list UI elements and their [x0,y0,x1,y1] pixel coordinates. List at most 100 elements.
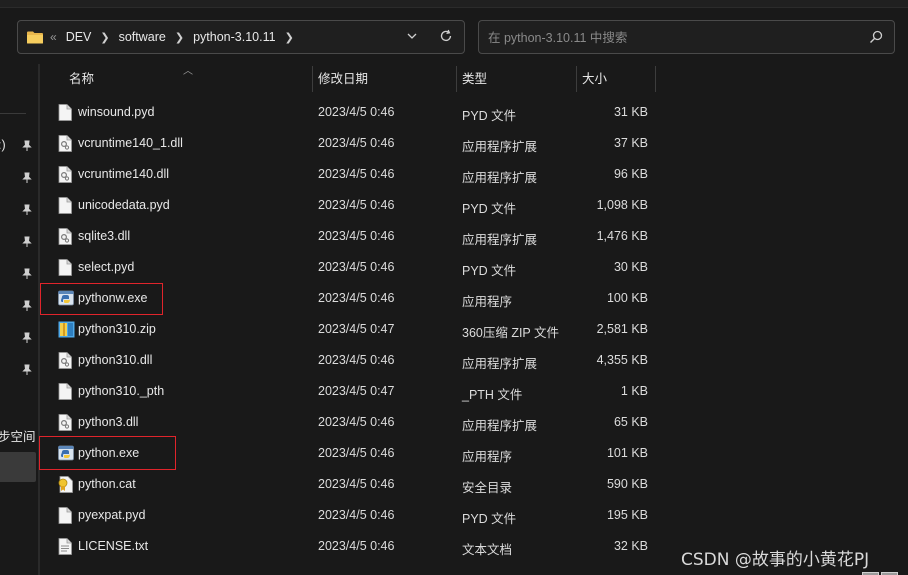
file-modified-date: 2023/4/5 0:46 [318,291,395,305]
corner-decoration [862,568,902,575]
chevron-right-icon[interactable]: ❯ [100,31,109,44]
chevron-right-icon[interactable]: ❯ [175,31,184,44]
file-row[interactable]: select.pyd 2023/4/5 0:46 PYD 文件 30 KB [41,252,661,283]
file-size: 1 KB [620,384,648,398]
file-type: PYD 文件 [462,202,517,216]
column-divider[interactable] [456,66,457,92]
generic-file-icon [58,104,72,121]
file-name: select.pyd [78,260,135,274]
column-header-name[interactable]: 名称 [69,64,94,94]
address-bar[interactable]: « DEV ❯ software ❯ python-3.10.11 ❯ [17,20,465,54]
file-size: 32 KB [613,539,648,553]
file-name: pyexpat.pyd [78,508,146,522]
breadcrumb-item-dev[interactable]: DEV [66,30,92,44]
file-name: python310._pth [78,384,165,398]
nav-divider [0,113,26,114]
file-name: vcruntime140.dll [78,167,170,181]
file-name: python310.zip [78,322,156,336]
nav-item-sync-space-label[interactable]: 步空间 [0,426,36,445]
file-size: 100 KB [606,291,648,305]
file-type: 应用程序扩展 [462,233,538,247]
pin-icon[interactable] [22,140,32,152]
search-input[interactable] [488,29,848,47]
text-file-icon [58,538,72,555]
nav-item-selected[interactable] [0,452,36,482]
navigation-pane: :) 步空间 [0,62,37,575]
file-type: PYD 文件 [462,264,517,278]
file-type: 安全目录 [462,481,513,495]
pin-icon[interactable] [22,172,32,184]
file-size: 590 KB [606,477,648,491]
file-modified-date: 2023/4/5 0:46 [318,415,395,429]
window-top-edge [0,0,908,8]
dll-file-icon [58,414,72,431]
file-row[interactable]: python310.zip 2023/4/5 0:47 360压缩 ZIP 文件 2,… [41,314,661,345]
security-catalog-icon [58,476,73,493]
file-row[interactable]: python310._pth 2023/4/5 0:47 _PTH 文件 1 KB [41,376,661,407]
pin-icon[interactable] [22,364,32,376]
breadcrumb-item-software[interactable]: software [119,30,166,44]
generic-file-icon [58,383,72,400]
folder-icon [27,31,43,44]
column-divider[interactable] [312,66,313,92]
file-modified-date: 2023/4/5 0:46 [318,229,395,243]
nav-pane-splitter[interactable] [38,64,40,575]
file-type: 360压缩 ZIP 文件 [462,326,560,340]
dll-file-icon [58,135,72,152]
highlight-pythonw-exe [40,283,163,315]
file-modified-date: 2023/4/5 0:46 [318,446,395,460]
file-row[interactable]: winsound.pyd 2023/4/5 0:46 PYD 文件 31 KB [41,97,661,128]
file-modified-date: 2023/4/5 0:46 [318,508,395,522]
search-icon[interactable] [869,30,883,47]
file-type: PYD 文件 [462,512,517,526]
breadcrumb-overflow-icon[interactable]: « [50,30,57,44]
file-row[interactable]: pyexpat.pyd 2023/4/5 0:46 PYD 文件 195 KB [41,500,661,531]
file-type: PYD 文件 [462,109,517,123]
refresh-button[interactable] [438,28,454,47]
pin-icon[interactable] [22,204,32,216]
file-modified-date: 2023/4/5 0:46 [318,136,395,150]
file-row[interactable]: python310.dll 2023/4/5 0:46 应用程序扩展 4,355 KB [41,345,661,376]
column-header-modified[interactable]: 修改日期 [318,64,368,94]
file-row[interactable]: LICENSE.txt 2023/4/5 0:46 文本文档 32 KB [41,531,661,562]
file-modified-date: 2023/4/5 0:47 [318,384,395,398]
file-name: unicodedata.pyd [78,198,170,212]
file-name: sqlite3.dll [78,229,131,243]
pin-icon[interactable] [22,300,32,312]
pin-icon[interactable] [22,236,32,248]
file-row[interactable]: python3.dll 2023/4/5 0:46 应用程序扩展 65 KB [41,407,661,438]
file-size: 96 KB [613,167,648,181]
breadcrumb-item-python[interactable]: python-3.10.11 [193,30,275,44]
file-size: 65 KB [613,415,648,429]
file-row[interactable]: vcruntime140.dll 2023/4/5 0:46 应用程序扩展 96 KB [41,159,661,190]
file-size: 2,581 KB [596,322,648,336]
file-modified-date: 2023/4/5 0:46 [318,260,395,274]
file-row[interactable]: unicodedata.pyd 2023/4/5 0:46 PYD 文件 1,098 … [41,190,661,221]
file-modified-date: 2023/4/5 0:46 [318,353,395,367]
file-row[interactable]: python.cat 2023/4/5 0:46 安全目录 590 KB [41,469,661,500]
chevron-right-icon[interactable]: ❯ [285,31,294,44]
file-name: vcruntime140_1.dll [78,136,183,150]
column-header-size[interactable]: 大小 [582,64,607,94]
pin-icon[interactable] [22,332,32,344]
file-row[interactable]: vcruntime140_1.dll 2023/4/5 0:46 应用程序扩展 37 … [41,128,661,159]
file-type: 应用程序 [462,450,513,464]
file-size: 31 KB [613,105,648,119]
column-header-type[interactable]: 类型 [462,64,487,94]
file-row[interactable]: sqlite3.dll 2023/4/5 0:46 应用程序扩展 1,476 KB [41,221,661,252]
pin-icon[interactable] [22,268,32,280]
file-modified-date: 2023/4/5 0:47 [318,322,395,336]
nav-item-drive-label[interactable]: :) [0,138,6,152]
column-divider[interactable] [576,66,577,92]
file-size: 30 KB [613,260,648,274]
file-name: LICENSE.txt [78,539,149,553]
file-type: _PTH 文件 [462,388,523,402]
file-modified-date: 2023/4/5 0:46 [318,105,395,119]
address-history-dropdown[interactable] [406,30,418,45]
file-modified-date: 2023/4/5 0:46 [318,539,395,553]
file-type: 应用程序扩展 [462,171,538,185]
file-type: 应用程序 [462,295,513,309]
search-box[interactable] [478,20,895,54]
column-divider[interactable] [655,66,656,92]
generic-file-icon [58,197,72,214]
